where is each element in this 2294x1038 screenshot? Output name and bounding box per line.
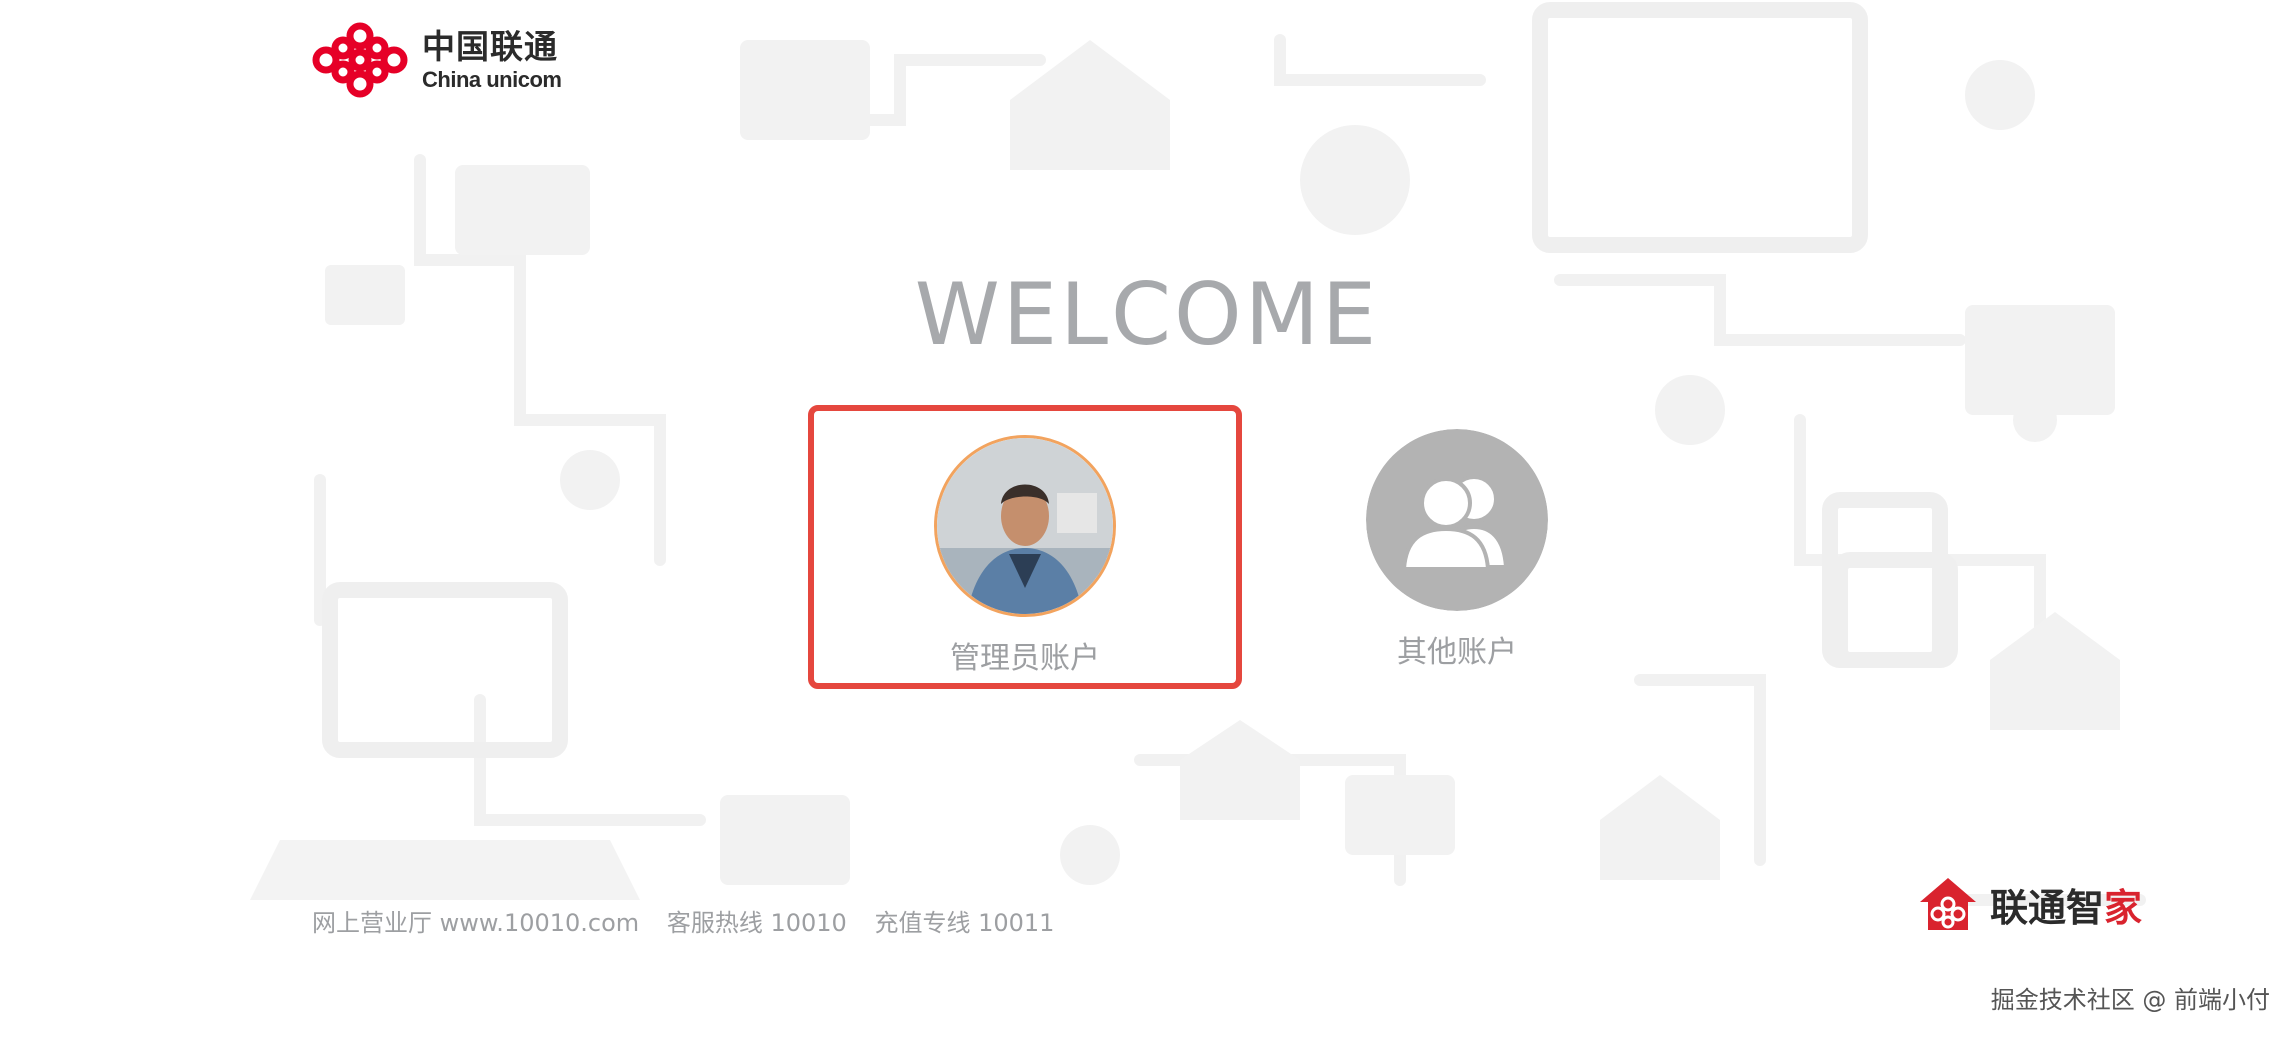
unicom-smart-home-logo: 联通智家	[1916, 874, 2142, 934]
watermark-text: 掘金技术社区 @ 前端小付	[1990, 986, 2270, 1014]
logo-chinese-text: 中国联通	[422, 26, 558, 66]
welcome-heading: WELCOME	[914, 265, 1380, 365]
other-avatar	[1366, 429, 1548, 611]
logo-english-text: China unicom	[422, 66, 562, 92]
admin-photo-icon	[937, 438, 1113, 614]
brand-name-main: 联通智	[1990, 885, 2105, 930]
brand-name-accent: 家	[2104, 885, 2143, 930]
recharge-line-text: 充值专线 10011	[874, 909, 1055, 937]
online-hall-link[interactable]: 网上营业厅 www.10010.com	[312, 909, 639, 937]
smart-home-icon	[1920, 878, 1976, 930]
users-icon	[1366, 429, 1548, 611]
admin-avatar	[934, 435, 1116, 617]
footer-contact: 网上营业厅 www.10010.com 客服热线 10010 充值专线 1001…	[312, 903, 1074, 938]
admin-account-card[interactable]: 管理员账户	[808, 405, 1242, 689]
admin-account-label: 管理员账户	[950, 641, 1100, 676]
service-hotline-text: 客服热线 10010	[666, 909, 847, 937]
other-account-card[interactable]: 其他账户	[1240, 405, 1674, 689]
other-account-label: 其他账户	[1397, 635, 1517, 670]
unicom-knot-icon	[312, 22, 408, 98]
china-unicom-logo: 中国联通 China unicom	[312, 22, 562, 98]
